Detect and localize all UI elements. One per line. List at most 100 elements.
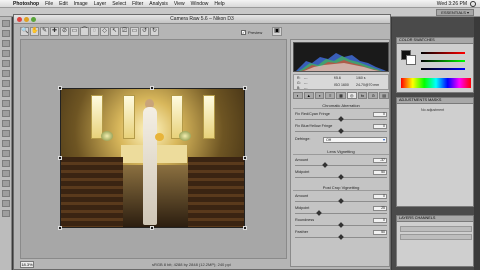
- defringe-select[interactable]: Off: [323, 137, 387, 143]
- menu-edit[interactable]: Edit: [56, 1, 71, 7]
- color-sampler-tool-button[interactable]: ✚: [50, 26, 59, 36]
- tab-split-toning[interactable]: ▦: [336, 92, 346, 99]
- color-ramp[interactable]: [401, 78, 471, 88]
- brush-tool-icon[interactable]: [2, 90, 10, 97]
- color-panel-tabs[interactable]: COLOR SWATCHES: [397, 38, 473, 44]
- slider-value-field[interactable]: 0: [373, 112, 387, 117]
- hand-tool-icon[interactable]: [2, 200, 10, 207]
- fullscreen-icon[interactable]: ▣: [272, 27, 282, 36]
- preview-checkbox[interactable]: ✓: [241, 29, 246, 35]
- rotate-right-button[interactable]: ↻: [150, 26, 159, 36]
- menu-app-name[interactable]: Photoshop: [10, 1, 42, 7]
- minimize-window-button[interactable]: [24, 17, 29, 22]
- slider-thumb[interactable]: [338, 234, 344, 240]
- crop-handle-bottom[interactable]: [150, 226, 154, 230]
- red-eye-tool-button[interactable]: ◇: [100, 26, 109, 36]
- crop-handle-top[interactable]: [150, 86, 154, 90]
- slider-thumb[interactable]: [316, 210, 322, 216]
- rotate-left-button[interactable]: ↺: [140, 26, 149, 36]
- crop-handle-right[interactable]: [243, 156, 247, 160]
- healing-tool-icon[interactable]: [2, 80, 10, 87]
- preferences-button[interactable]: ▭: [130, 26, 139, 36]
- shape-tool-icon[interactable]: [2, 190, 10, 197]
- menu-view[interactable]: View: [171, 1, 188, 7]
- close-window-button[interactable]: [17, 17, 22, 22]
- post-crop-midpoint-slider[interactable]: [295, 213, 387, 214]
- eraser-tool-icon[interactable]: [2, 120, 10, 127]
- slider-thumb[interactable]: [338, 198, 344, 204]
- spotlight-search-icon[interactable]: [470, 0, 476, 7]
- slider-thumb[interactable]: [338, 128, 344, 134]
- slider-thumb[interactable]: [338, 222, 344, 228]
- spot-removal-tool-button[interactable]: ◌: [90, 26, 99, 36]
- history-brush-tool-icon[interactable]: [2, 110, 10, 117]
- targeted-adjustment-tool-button[interactable]: ⊘: [60, 26, 69, 36]
- adjustment-brush-button[interactable]: ↖: [110, 26, 119, 36]
- zoom-window-button[interactable]: [31, 17, 36, 22]
- menu-analysis[interactable]: Analysis: [146, 1, 171, 7]
- menu-file[interactable]: File: [42, 1, 56, 7]
- menu-filter[interactable]: Filter: [129, 1, 146, 7]
- hand-tool-button[interactable]: ✋: [30, 26, 39, 36]
- eyedropper-tool-icon[interactable]: [2, 70, 10, 77]
- image-canvas[interactable]: [20, 39, 287, 259]
- slider-value-field[interactable]: -37: [373, 158, 387, 163]
- slider-value-field[interactable]: 0: [373, 124, 387, 129]
- tab-tone-curve[interactable]: ▲: [303, 92, 314, 99]
- menu-window[interactable]: Window: [188, 1, 212, 7]
- tab-presets[interactable]: ▤: [379, 92, 390, 99]
- slider-value-field[interactable]: 0: [373, 194, 387, 199]
- move-tool-icon[interactable]: [2, 20, 10, 27]
- slider-value-field[interactable]: 25: [373, 206, 387, 211]
- tab-camera-calibration[interactable]: ⊙: [368, 92, 379, 99]
- slider-thumb[interactable]: [338, 116, 344, 122]
- blue-slider[interactable]: [421, 68, 465, 70]
- background-swatch[interactable]: [406, 55, 416, 65]
- path-select-tool-icon[interactable]: [2, 180, 10, 187]
- crop-handle-left[interactable]: [58, 156, 62, 160]
- graduated-filter-button[interactable]: ⎚: [120, 26, 129, 36]
- dodge-tool-icon[interactable]: [2, 150, 10, 157]
- zoom-tool-icon[interactable]: [2, 210, 10, 217]
- lens-vignetting-amount-slider[interactable]: [295, 165, 387, 166]
- slider-value-field[interactable]: 0: [373, 218, 387, 223]
- tab-effects[interactable]: fx: [357, 92, 368, 99]
- stamp-tool-icon[interactable]: [2, 100, 10, 107]
- crop-tool-icon[interactable]: [2, 60, 10, 67]
- crop-handle-bottom-right[interactable]: [243, 226, 247, 230]
- layer-opacity-row[interactable]: [400, 234, 472, 240]
- slider-thumb[interactable]: [322, 162, 328, 168]
- slider-thumb[interactable]: [338, 174, 344, 180]
- workspace-switcher[interactable]: ESSENTIALS ▾: [436, 9, 474, 16]
- layer-blend-row[interactable]: [400, 226, 472, 232]
- workflow-options-link[interactable]: sRGB 8 bit; 4288 by 2848 (12.2MP); 240 p…: [152, 262, 231, 267]
- marquee-tool-icon[interactable]: [2, 30, 10, 37]
- crop-handle-bottom-left[interactable]: [58, 226, 62, 230]
- white-balance-tool-button[interactable]: ✎: [40, 26, 49, 36]
- tab-basic[interactable]: ◐: [293, 92, 303, 99]
- zoom-level-select[interactable]: 18.3%: [20, 261, 34, 268]
- tab-hsl[interactable]: ≡: [325, 92, 336, 99]
- green-slider[interactable]: [421, 60, 465, 62]
- red-slider[interactable]: [421, 52, 465, 54]
- adjustments-panel-tabs[interactable]: ADJUSTMENTS MASKS: [397, 98, 473, 104]
- tab-detail[interactable]: ◑: [314, 92, 325, 99]
- clock[interactable]: Wed 3:26 PM: [434, 1, 470, 7]
- tab-lens-corrections[interactable]: ◎: [346, 92, 357, 99]
- menu-image[interactable]: Image: [71, 1, 91, 7]
- preview-toggle[interactable]: ✓ Preview: [241, 28, 262, 36]
- slider-value-field[interactable]: 50: [373, 230, 387, 235]
- crop-tool-button[interactable]: ▭: [70, 26, 79, 36]
- menu-layer[interactable]: Layer: [91, 1, 110, 7]
- crop-handle-top-left[interactable]: [58, 86, 62, 90]
- lasso-tool-icon[interactable]: [2, 40, 10, 47]
- crop-handle-top-right[interactable]: [243, 86, 247, 90]
- gradient-tool-icon[interactable]: [2, 130, 10, 137]
- layers-panel-tabs[interactable]: LAYERS CHANNELS: [397, 216, 473, 222]
- straighten-tool-button[interactable]: ⌒: [80, 26, 89, 36]
- menu-select[interactable]: Select: [109, 1, 129, 7]
- zoom-tool-button[interactable]: 🔍: [20, 26, 29, 36]
- slider-value-field[interactable]: 50: [373, 170, 387, 175]
- pen-tool-icon[interactable]: [2, 160, 10, 167]
- menu-help[interactable]: Help: [211, 1, 227, 7]
